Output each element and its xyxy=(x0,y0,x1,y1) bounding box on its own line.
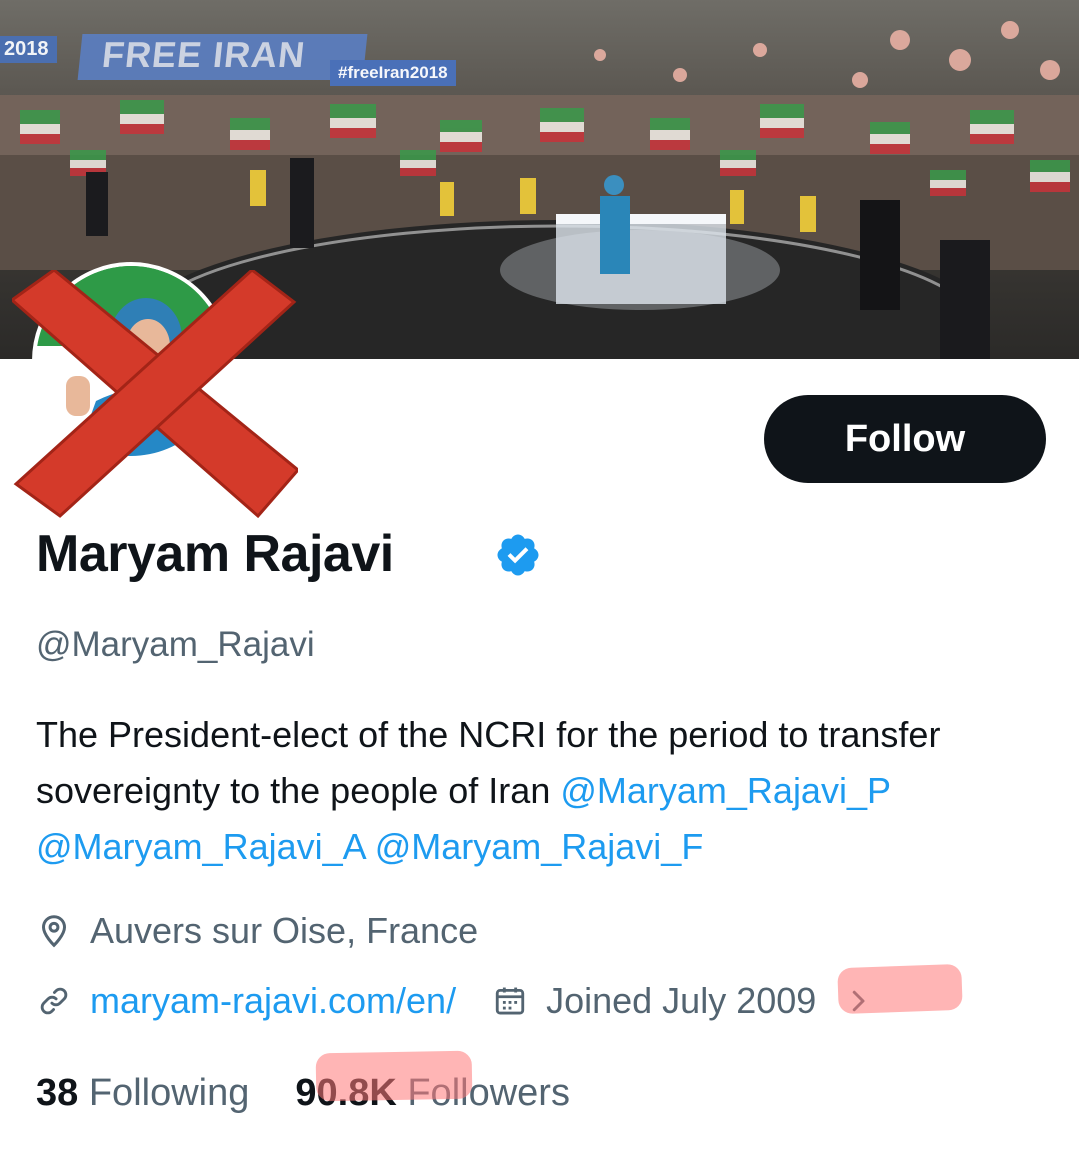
display-name: Maryam Rajavi xyxy=(36,525,394,583)
following-count: 38 xyxy=(36,1072,79,1114)
joined-date: Joined July 2009 xyxy=(546,980,817,1021)
following-stat[interactable]: 38 Following xyxy=(36,1072,249,1115)
follow-stats: 38 Following 90.8K Followers xyxy=(36,1072,570,1115)
bio: The President-elect of the NCRI for the … xyxy=(36,707,1046,875)
following-label: Following xyxy=(88,1072,250,1114)
highlight-mark-year xyxy=(837,963,963,1015)
banner-hashtag: #freeIran2018 xyxy=(330,60,456,86)
link-icon xyxy=(36,983,72,1019)
bio-mention-a[interactable]: @Maryam_Rajavi_A xyxy=(36,826,365,867)
highlight-mark-followers xyxy=(315,1050,473,1102)
location-row: Auvers sur Oise, France xyxy=(36,910,478,952)
location-pin-icon xyxy=(36,913,72,949)
verified-icon[interactable] xyxy=(494,531,542,579)
banner-year-text: 2018 xyxy=(0,36,57,63)
bio-mention-p[interactable]: @Maryam_Rajavi_P xyxy=(560,770,890,811)
meta-row: maryam-rajavi.com/en/ Joined July 2009 xyxy=(36,980,894,1022)
bio-mention-f[interactable]: @Maryam_Rajavi_F xyxy=(375,826,704,867)
follow-button[interactable]: Follow xyxy=(764,395,1046,483)
handle: @Maryam_Rajavi xyxy=(36,625,315,664)
location-text: Auvers sur Oise, France xyxy=(90,910,479,951)
website-link[interactable]: maryam-rajavi.com/en/ xyxy=(90,980,456,1022)
calendar-icon xyxy=(492,983,528,1019)
banner-headline: FREE IRAN xyxy=(77,34,368,80)
red-cross-icon xyxy=(12,270,298,518)
